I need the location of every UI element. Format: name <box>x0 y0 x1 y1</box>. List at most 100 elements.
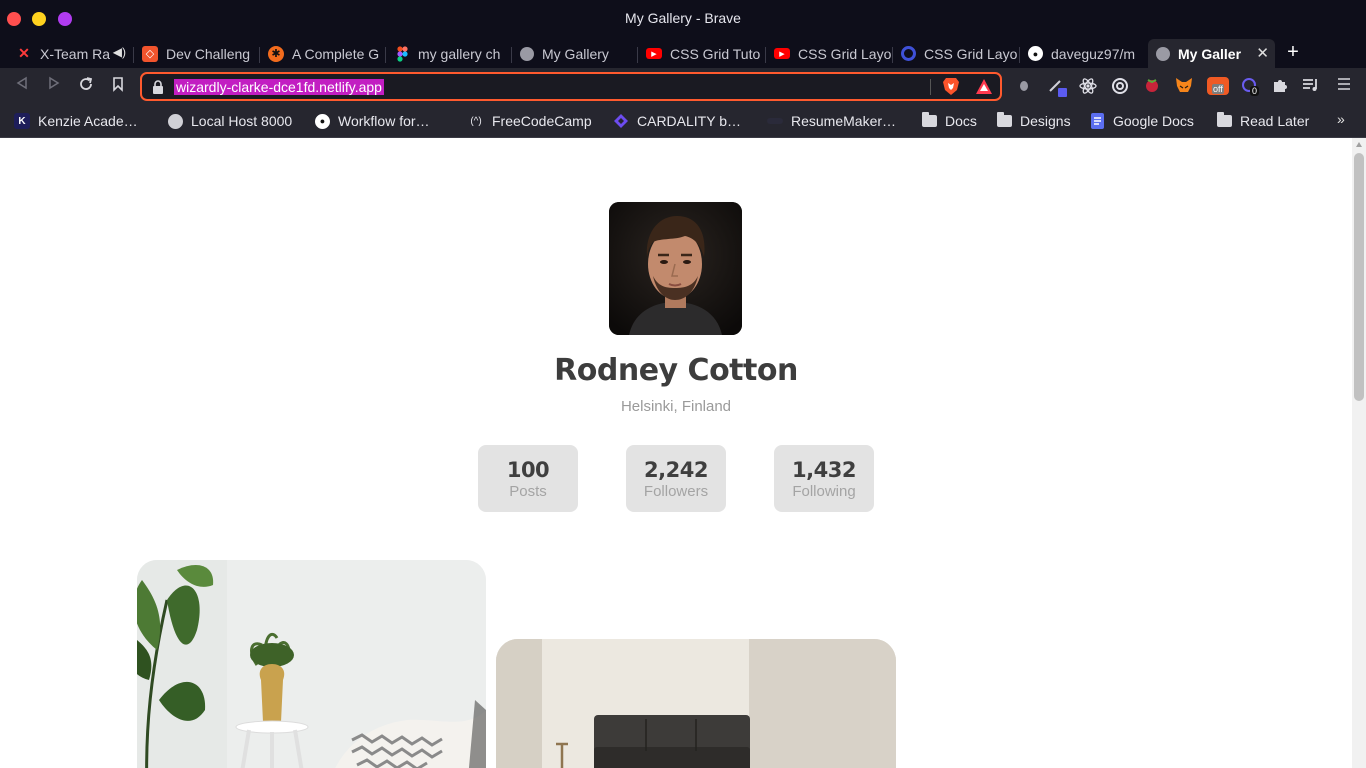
extension-target-icon[interactable] <box>1111 77 1129 95</box>
extension-off-icon[interactable]: off <box>1207 77 1229 95</box>
tab-github-repo[interactable]: ● daveguz97/m <box>1020 39 1147 68</box>
page-scrollbar[interactable] <box>1352 138 1366 768</box>
forward-button[interactable] <box>44 76 64 96</box>
tab-label: A Complete G <box>292 45 380 62</box>
stat-following: 1,432 Following <box>774 445 874 512</box>
scrimba-icon <box>901 46 916 61</box>
resumemaker-icon <box>767 118 783 124</box>
tab-label: My Gallery <box>542 45 609 62</box>
tab-label: CSS Grid Tuto <box>670 45 761 62</box>
youtube-icon: ▶ <box>774 48 790 59</box>
bookmarks-overflow-chevron-icon[interactable]: » <box>1337 111 1345 127</box>
tab-label: daveguz97/m <box>1051 45 1136 62</box>
new-tab-button[interactable]: + <box>1283 41 1303 63</box>
close-tab-icon[interactable]: ✕ <box>1256 44 1269 62</box>
bookmark-label: Kenzie Acade… <box>38 113 138 129</box>
bookmark-label: Docs <box>945 113 977 129</box>
stat-followers-label: Followers <box>643 483 709 500</box>
bookmark-cardality[interactable]: CARDALITY b… <box>613 111 741 131</box>
stat-following-label: Following <box>792 483 856 500</box>
scroll-up-arrow-icon[interactable] <box>1356 142 1362 147</box>
folder-icon <box>921 112 937 129</box>
extension-bug-icon[interactable] <box>1015 77 1033 95</box>
tab-my-gallery-active[interactable]: My Galler ✕ <box>1148 39 1275 68</box>
bookmark-folder-read-later[interactable]: Read Later <box>1216 111 1309 131</box>
bookmark-kenzie[interactable]: K Kenzie Acade… <box>14 111 138 131</box>
globe-icon <box>168 113 183 129</box>
tab-css-grid-layout-1[interactable]: ▶ CSS Grid Layo <box>766 39 893 68</box>
window-titlebar: My Gallery - Brave <box>0 0 1366 37</box>
bookmark-label: Google Docs <box>1113 113 1194 129</box>
google-docs-icon <box>1089 113 1105 129</box>
bookmark-label: ResumeMaker… <box>791 113 897 129</box>
bookmark-folder-docs[interactable]: Docs <box>921 111 977 131</box>
reload-button[interactable] <box>76 76 96 96</box>
lock-icon[interactable] <box>152 80 164 94</box>
metamask-icon[interactable] <box>1175 77 1193 95</box>
stat-following-value: 1,432 <box>792 458 856 482</box>
extension-raspberry-icon[interactable] <box>1143 77 1161 95</box>
gallery-image-plant-room[interactable] <box>137 560 486 768</box>
css-tricks-icon: ✱ <box>268 45 284 62</box>
extension-count-badge: 0 <box>1250 86 1260 96</box>
stat-followers: 2,242 Followers <box>626 445 726 512</box>
profile-location: Helsinki, Finland <box>620 398 732 415</box>
react-devtools-icon[interactable] <box>1079 77 1097 95</box>
speaker-icon[interactable]: ◀) <box>113 45 126 59</box>
back-button[interactable] <box>12 76 32 96</box>
tab-x-team[interactable]: ✕ X-Team Ra ◀) <box>8 39 134 68</box>
avatar <box>609 202 742 335</box>
tab-strip: ✕ X-Team Ra ◀) ◇ Dev Challeng ✱ A Comple… <box>0 37 1366 68</box>
url-text[interactable]: wizardly-clarke-dce1fd.netlify.app <box>174 79 384 95</box>
stat-posts-label: Posts <box>509 483 547 500</box>
github-icon: ● <box>1028 46 1043 61</box>
tab-css-grid-tutorial[interactable]: ▶ CSS Grid Tuto <box>638 39 766 68</box>
tab-label: Dev Challeng <box>166 45 251 62</box>
bookmark-label: FreeCodeCamp <box>492 113 592 129</box>
page-content: Rodney Cotton Helsinki, Finland 100 Post… <box>0 138 1352 768</box>
extension-link-icon[interactable]: 0 <box>1240 77 1260 96</box>
bookmark-resumemaker[interactable]: ResumeMaker… <box>767 111 896 131</box>
tab-label: my gallery ch <box>418 45 501 62</box>
tab-complete-guide[interactable]: ✱ A Complete G <box>260 39 386 68</box>
github-icon: ● <box>315 113 330 129</box>
freecodecamp-icon: (^) <box>470 115 482 127</box>
tab-css-grid-layout-2[interactable]: CSS Grid Layo <box>893 39 1020 68</box>
address-bar[interactable]: wizardly-clarke-dce1fd.netlify.app <box>140 72 1002 101</box>
tab-my-gallery[interactable]: My Gallery <box>512 39 638 68</box>
bookmark-folder-designs[interactable]: Designs <box>996 111 1071 131</box>
tab-label: CSS Grid Layo <box>798 45 892 62</box>
bookmark-label: CARDALITY b… <box>637 113 741 129</box>
menu-icon[interactable] <box>1335 77 1353 95</box>
profile-photo <box>609 202 742 335</box>
bookmark-workflow[interactable]: ● Workflow for… <box>315 111 430 131</box>
bookmark-label: Read Later <box>1240 113 1310 129</box>
playlist-icon[interactable] <box>1302 77 1320 95</box>
bookmark-label: Local Host 8000 <box>191 113 293 129</box>
bookmark-button[interactable] <box>108 76 128 96</box>
x-team-icon: ✕ <box>18 45 30 61</box>
folder-icon <box>996 112 1012 129</box>
tab-label: X-Team Ra <box>40 45 111 62</box>
bookmark-label: Designs <box>1020 113 1071 129</box>
brave-rewards-icon[interactable] <box>975 78 993 95</box>
tab-label: My Galler <box>1178 45 1242 62</box>
bookmark-freecodecamp[interactable]: (^) FreeCodeCamp <box>468 111 592 131</box>
tab-figma[interactable]: my gallery ch <box>386 39 512 68</box>
extension-color-picker-icon[interactable] <box>1048 77 1067 97</box>
brave-shields-icon[interactable] <box>942 77 960 96</box>
kenzie-icon: K <box>14 113 30 129</box>
tab-dev-challenges[interactable]: ◇ Dev Challeng <box>134 39 260 68</box>
extensions-puzzle-icon[interactable] <box>1271 77 1289 95</box>
folder-icon <box>1216 112 1232 129</box>
stat-followers-value: 2,242 <box>644 458 708 482</box>
devchallenges-icon: ◇ <box>142 45 158 62</box>
scrollbar-thumb[interactable] <box>1354 153 1364 401</box>
bookmark-google-docs[interactable]: Google Docs <box>1089 111 1194 131</box>
globe-icon <box>1156 46 1170 61</box>
bookmark-localhost[interactable]: Local Host 8000 <box>168 111 292 131</box>
gallery-image-living-room[interactable] <box>496 639 896 768</box>
bookmark-label: Workflow for… <box>338 113 430 129</box>
bookmarks-bar: K Kenzie Acade… Local Host 8000 ● Workfl… <box>0 104 1366 138</box>
window-title: My Gallery - Brave <box>625 10 741 26</box>
